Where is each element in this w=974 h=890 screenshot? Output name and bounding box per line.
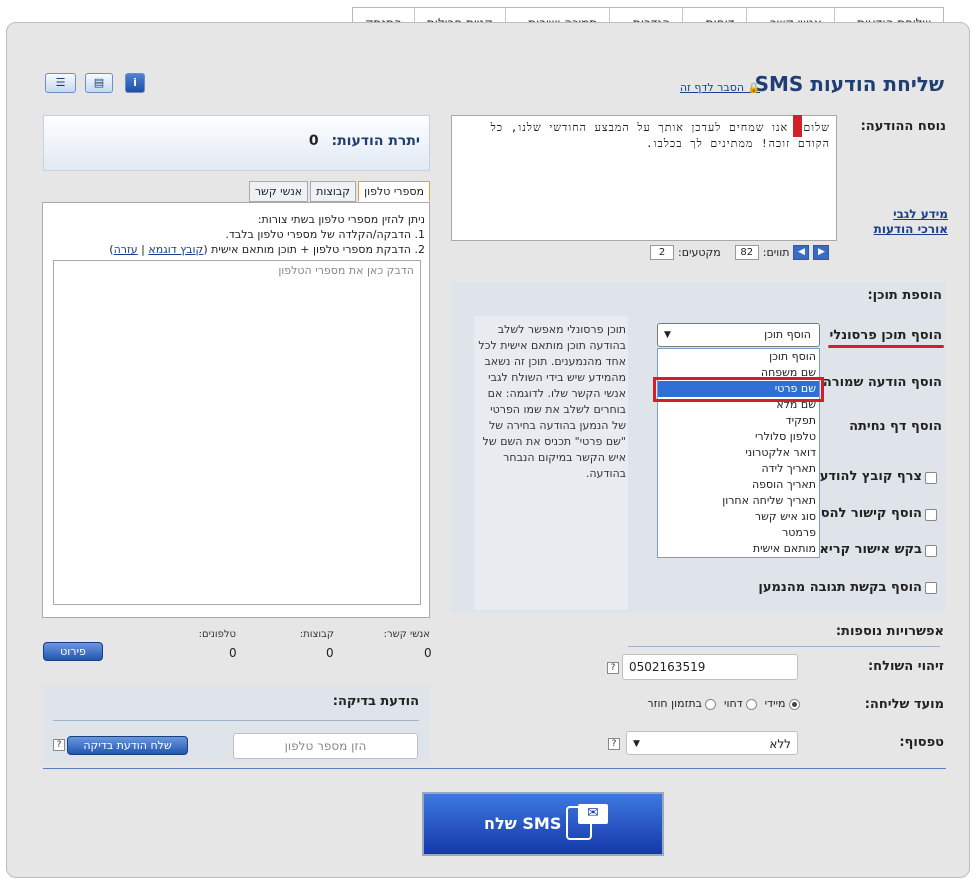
phone-numbers-textarea[interactable]: הדבק כאן את מספרי הטלפון — [53, 260, 421, 605]
help-link[interactable]: 🔒 הסבר לדף זה — [680, 81, 760, 94]
response-request-label: הוסף בקשת תגובה מהנמען — [758, 580, 922, 595]
bottom-divider — [43, 768, 946, 769]
message-length-link[interactable]: מידע לגבי אורכי הודעות — [874, 207, 948, 236]
timing-later-label: דחוי — [723, 697, 743, 710]
timing-now-radio[interactable] — [789, 698, 800, 710]
saved-message-label[interactable]: הוסף הודעה שמורה — [823, 375, 942, 390]
test-help-icon[interactable]: ? — [53, 739, 65, 751]
dropdown-option[interactable]: תפקיד — [658, 413, 819, 429]
send-timing-label: מועד שליחה: — [864, 697, 944, 712]
response-request-checkbox[interactable] — [925, 582, 937, 594]
tab-phone-numbers[interactable]: מספרי טלפון — [358, 181, 430, 202]
send-sms-button[interactable]: שלח SMS ✉ — [422, 792, 664, 856]
dropdown-option[interactable]: תאריך הוספה — [658, 477, 819, 493]
dropdown-option[interactable]: דואר אלקטרוני — [658, 445, 819, 461]
contacts-count-label: אנשי קשר: — [383, 629, 430, 640]
next-arrow-icon[interactable]: ▶ — [813, 244, 830, 260]
envelope-icon: ✉ — [578, 804, 608, 824]
phone-numbers-instructions: ניתן להזין מספרי טלפון בשתי צורות: 1. הד… — [55, 212, 425, 257]
message-textarea[interactable]: שלום, אנו שמחים לעדכן אותך על המבצע החוד… — [451, 115, 837, 241]
phones-count-label: טלפונים: — [198, 629, 236, 640]
send-test-button[interactable]: שלח הודעת בדיקה — [67, 736, 188, 755]
sender-id-label: זיהוי השולח: — [867, 659, 944, 674]
link-separator: | — [141, 243, 145, 256]
read-confirm-label: בקש אישור קריאה — [810, 542, 922, 557]
personal-content-select[interactable]: ▼ הוסף תוכן — [657, 323, 820, 347]
dropdown-option[interactable]: הוסף תוכן — [658, 349, 819, 365]
help-link-phones[interactable]: עזרה — [114, 243, 138, 256]
timing-now-label: מיידי — [764, 697, 786, 710]
timing-recurring-label: בתזמון חוזר — [647, 697, 702, 710]
lock-icon: 🔒 — [747, 83, 760, 94]
chevron-down-icon: ▼ — [664, 330, 671, 340]
add-content-title: הוספת תוכן: — [867, 288, 942, 303]
help-link-label: הסבר לדף זה — [679, 81, 745, 94]
dropdown-option[interactable]: פרמטר — [658, 525, 819, 541]
remaining-value: 0 — [308, 133, 319, 149]
groups-count-label: קבוצות: — [299, 629, 334, 640]
dropdown-option[interactable]: מותאם אישית — [658, 541, 819, 557]
dropdown-option[interactable]: טלפון סלולרי — [658, 429, 819, 445]
segments-label: מקטעים: — [678, 245, 721, 259]
phones-line2: 2. הדבקת מספרי טלפון + תוכן מותאם אישית … — [55, 242, 425, 257]
flag-icon[interactable]: ▤ — [85, 73, 113, 93]
personal-content-description: תוכן פרסונלי מאפשר לשלב בהודעה תוכן מותא… — [478, 323, 626, 480]
form-select-value: ללא — [769, 737, 791, 751]
attach-file-checkbox[interactable] — [925, 472, 937, 484]
read-confirm-checkbox[interactable] — [925, 545, 937, 557]
sample-file-link[interactable]: קובץ דוגמא — [148, 243, 203, 256]
form-label: טפסוף: — [899, 735, 944, 750]
timing-recurring-radio[interactable] — [705, 698, 717, 710]
remaining-label: יתרת הודעות: — [331, 133, 421, 149]
test-message-divider — [53, 720, 419, 721]
phones-count: 0 — [229, 646, 237, 660]
groups-count: 0 — [326, 646, 334, 660]
extra-options-title: אפשרויות נוספות: — [835, 624, 944, 639]
prev-arrow-icon[interactable]: ◀ — [793, 244, 810, 260]
extra-options-divider — [628, 646, 940, 647]
page-title: שליחת הודעות SMS — [754, 72, 944, 96]
contacts-count: 0 — [424, 646, 432, 660]
unsubscribe-link-checkbox[interactable] — [925, 509, 937, 521]
personal-content-select-value: הוסף תוכן — [764, 328, 811, 341]
chars-count: 82 — [734, 244, 759, 260]
sender-id-input[interactable]: 0502163519 — [622, 654, 798, 680]
phones-intro: ניתן להזין מספרי טלפון בשתי צורות: — [257, 213, 425, 226]
details-button[interactable]: פירוט — [43, 642, 103, 661]
form-select[interactable]: ללא ▼ — [626, 731, 798, 755]
selected-option-highlight — [653, 377, 824, 402]
form-help-icon[interactable]: ? — [608, 738, 620, 750]
sender-help-icon[interactable]: ? — [607, 662, 619, 674]
send-timing-options: מיידי דחוי בתזמון חוזר — [600, 697, 800, 710]
info-icon[interactable]: i — [125, 73, 145, 93]
chevron-down-icon: ▼ — [633, 739, 640, 749]
send-sms-label: שלח SMS — [484, 814, 562, 833]
tab-contacts[interactable]: אנשי קשר — [248, 181, 309, 202]
unsubscribe-link-label: הוסף קישור להסרה — [804, 506, 922, 521]
recipients-tabs: מספרי טלפון קבוצות אנשי קשר — [248, 181, 430, 202]
dropdown-option[interactable]: סוג איש קשר — [658, 509, 819, 525]
dropdown-option[interactable]: תאריך לידה — [658, 461, 819, 477]
align-icon[interactable]: ☰ — [45, 73, 76, 93]
phones-line2-text: 2. הדבקת מספרי טלפון + תוכן מותאם אישית … — [203, 243, 425, 256]
message-counters: 2 מקטעים: 82 תווים: ◀ ▶ — [650, 243, 830, 261]
message-label: נוסח ההודעה: — [860, 119, 946, 134]
chars-label: תווים: — [762, 245, 790, 259]
cursor-highlight — [793, 115, 802, 137]
personal-content-label: הוסף תוכן פרסונלי — [829, 328, 942, 343]
test-phone-input[interactable]: הזן מספר טלפון — [233, 733, 418, 759]
landing-page-label[interactable]: הוסף דף נחיתה — [849, 419, 942, 434]
attach-file-label: צרף קובץ להודעה — [810, 469, 922, 484]
message-length-link-line1: מידע לגבי — [893, 207, 948, 221]
personal-underline — [828, 345, 944, 348]
test-message-title: הודעת בדיקה: — [332, 694, 419, 709]
remaining-messages: יתרת הודעות: 0 — [309, 133, 420, 149]
tab-groups[interactable]: קבוצות — [310, 181, 357, 202]
phones-line1: 1. הדבקה/הקלדה של מספרי טלפון בלבד. — [225, 228, 425, 241]
segments-count: 2 — [650, 244, 674, 260]
timing-later-radio[interactable] — [746, 698, 758, 710]
dropdown-option[interactable]: תאריך שליחה אחרון — [658, 493, 819, 509]
message-length-link-line2: אורכי הודעות — [873, 222, 948, 236]
